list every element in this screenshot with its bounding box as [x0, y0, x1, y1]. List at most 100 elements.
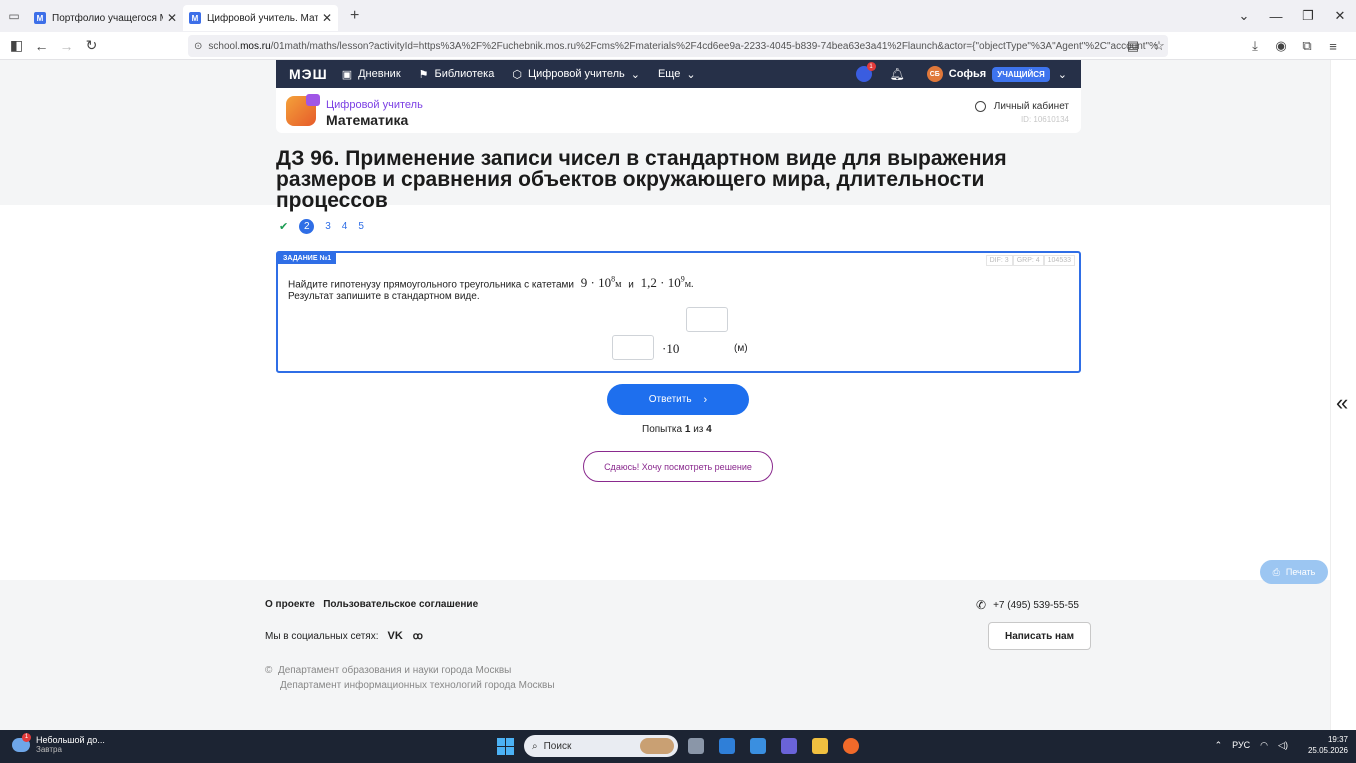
- avatar[interactable]: СБ: [926, 66, 943, 82]
- step-item[interactable]: 5: [358, 221, 364, 232]
- conjunction: и: [628, 279, 634, 291]
- mesh-logo[interactable]: МЭШ: [289, 66, 328, 82]
- menu-icon[interactable]: ≡: [1320, 39, 1346, 54]
- explorer-icon[interactable]: [812, 738, 828, 754]
- tab-title: Портфолио учащегося Москов: [52, 12, 163, 24]
- bell-icon[interactable]: 🔔︎: [890, 67, 905, 81]
- weather-icon: 1: [12, 732, 31, 752]
- ok-icon[interactable]: ꝏ: [413, 631, 423, 642]
- nav-label: Библиотека: [434, 68, 495, 80]
- chevron-down-icon[interactable]: ⌄: [1228, 0, 1260, 32]
- show-solution-button[interactable]: Сдаюсь! Хочу посмотреть решение: [583, 451, 773, 482]
- new-tab-icon[interactable]: +: [350, 7, 359, 25]
- nav-diary[interactable]: ▣ Дневник: [342, 68, 401, 81]
- phone-icon: ✆: [976, 598, 987, 612]
- nav-more[interactable]: Еще ⌄: [658, 68, 696, 81]
- nav-label: Цифровой учитель: [527, 68, 625, 80]
- attempt-counter: Попытка 1 из 4: [642, 424, 712, 435]
- url-domain: mos.ru: [240, 40, 271, 52]
- departments: © Департамент образования и науки города…: [265, 663, 555, 693]
- downloads-icon[interactable]: ⤓: [1242, 38, 1268, 54]
- attempt-sep: из: [693, 424, 704, 435]
- task-card: ЗАДАНИЕ №1 DIF: 3 GRP: 4 104533 Найдите …: [276, 251, 1081, 373]
- vk-icon[interactable]: VK: [387, 630, 402, 642]
- subject-title: Математика: [326, 112, 409, 128]
- double-chevron-left-icon[interactable]: «: [1336, 390, 1348, 416]
- notification-badge: 1: [866, 62, 876, 71]
- teams-icon[interactable]: [781, 738, 797, 754]
- weather-badge: 1: [22, 732, 31, 742]
- answer-button[interactable]: Ответить ›: [607, 384, 749, 415]
- about-link[interactable]: О проекте: [265, 599, 315, 610]
- store-icon[interactable]: [719, 738, 735, 754]
- check-icon[interactable]: ✔: [279, 220, 288, 233]
- write-us-button[interactable]: Написать нам: [988, 622, 1091, 650]
- agreement-link[interactable]: Пользовательское соглашение: [323, 599, 478, 610]
- firefox-icon[interactable]: [843, 738, 859, 754]
- nav-digital-teacher[interactable]: ⬡ Цифровой учитель ⌄: [512, 68, 640, 81]
- mantissa-input[interactable]: [612, 335, 654, 360]
- task-meta: DIF: 3 GRP: 4 104533: [985, 255, 1075, 266]
- tab-digital-teacher[interactable]: M Цифровой учитель. Математи ✕: [183, 5, 338, 31]
- bookmark-star-icon[interactable]: ☆: [1146, 38, 1172, 54]
- account-icon[interactable]: ◉: [1268, 38, 1294, 54]
- personal-cabinet-link[interactable]: Личный кабинет: [974, 101, 1069, 112]
- weather-widget[interactable]: 1 Небольшой до... Завтра: [12, 732, 105, 754]
- step-item[interactable]: 3: [325, 221, 331, 232]
- close-tab-icon[interactable]: ✕: [167, 11, 177, 25]
- tab-overview-icon[interactable]: ▭: [0, 0, 28, 32]
- address-bar[interactable]: ⊙ school. mos.ru/01math/maths/lesson?acti…: [188, 35, 1168, 57]
- phone[interactable]: ✆ +7 (495) 539-55-55: [976, 598, 1079, 612]
- extensions-icon[interactable]: ⧉: [1294, 38, 1320, 54]
- step-item[interactable]: 4: [342, 221, 348, 232]
- reload-icon[interactable]: ↻: [79, 37, 104, 54]
- print-label: Печать: [1285, 567, 1316, 577]
- mail-icon[interactable]: [750, 738, 766, 754]
- nav-library[interactable]: ⚑ Библиотека: [419, 68, 495, 81]
- step-current[interactable]: 2: [299, 219, 315, 234]
- question-lead: Найдите гипотенузу прямоугольного треуго…: [288, 279, 575, 291]
- back-icon[interactable]: ←: [29, 38, 54, 54]
- meta-dif: DIF: 3: [985, 255, 1013, 266]
- print-button[interactable]: ⎙ Печать: [1260, 560, 1328, 584]
- task-view-icon[interactable]: [688, 738, 704, 754]
- page-title: ДЗ 96. Применение записи чисел в стандар…: [276, 147, 1007, 212]
- leg1-base: 9 · 10: [580, 275, 612, 291]
- close-tab-icon[interactable]: ✕: [322, 11, 332, 25]
- exponent-input[interactable]: [686, 307, 728, 332]
- sidebar-toggle-icon[interactable]: ◧: [4, 37, 29, 54]
- unit-label: (м): [734, 343, 748, 354]
- cube-icon: ⬡: [512, 68, 522, 81]
- minimize-icon[interactable]: —: [1260, 0, 1292, 32]
- tab-portfolio[interactable]: M Портфолио учащегося Москов ✕: [28, 5, 183, 31]
- instruction-text: Результат запишите в стандартном виде.: [288, 291, 480, 302]
- forward-icon[interactable]: →: [54, 38, 79, 54]
- assistant-icon[interactable]: 1: [855, 62, 876, 82]
- wifi-icon[interactable]: ◠: [1260, 740, 1268, 751]
- language[interactable]: РУС: [1232, 740, 1250, 750]
- search-highlight-icon: [640, 738, 674, 754]
- mesh-favicon-icon: M: [34, 12, 46, 24]
- leg2: 1,2 · 109м.: [641, 275, 694, 290]
- diary-icon: ▣: [341, 68, 353, 81]
- cabinet-label: Личный кабинет: [993, 101, 1069, 112]
- os-taskbar: 1 Небольшой до... Завтра ⌕ Поиск ⌃ РУС ◠…: [0, 730, 1356, 763]
- chevron-down-icon[interactable]: ⌄: [1058, 68, 1067, 81]
- clock[interactable]: 19:37 25.05.2026: [1298, 734, 1348, 756]
- close-window-icon[interactable]: ✕: [1324, 0, 1356, 32]
- windows-start-icon[interactable]: [497, 738, 514, 755]
- site-info-icon[interactable]: ⊙: [194, 41, 202, 52]
- reader-view-icon[interactable]: ▤: [1120, 38, 1146, 54]
- restore-icon[interactable]: ❐: [1292, 0, 1324, 32]
- url-path: /01math/maths/lesson?activityId=https%3A…: [270, 40, 1158, 52]
- social-label: Мы в социальных сетях:: [265, 630, 379, 642]
- leg2-unit: м.: [684, 279, 694, 291]
- copyright-icon: ©: [265, 665, 273, 676]
- weather-sub: Завтра: [36, 745, 62, 754]
- url-prefix: school.: [208, 40, 241, 52]
- phone-number: +7 (495) 539-55-55: [993, 599, 1079, 611]
- chevron-up-icon[interactable]: ⌃: [1215, 740, 1223, 751]
- volume-icon[interactable]: ◁): [1278, 740, 1288, 751]
- taskbar-search[interactable]: ⌕ Поиск: [524, 735, 678, 757]
- user-name[interactable]: Софья: [949, 68, 986, 80]
